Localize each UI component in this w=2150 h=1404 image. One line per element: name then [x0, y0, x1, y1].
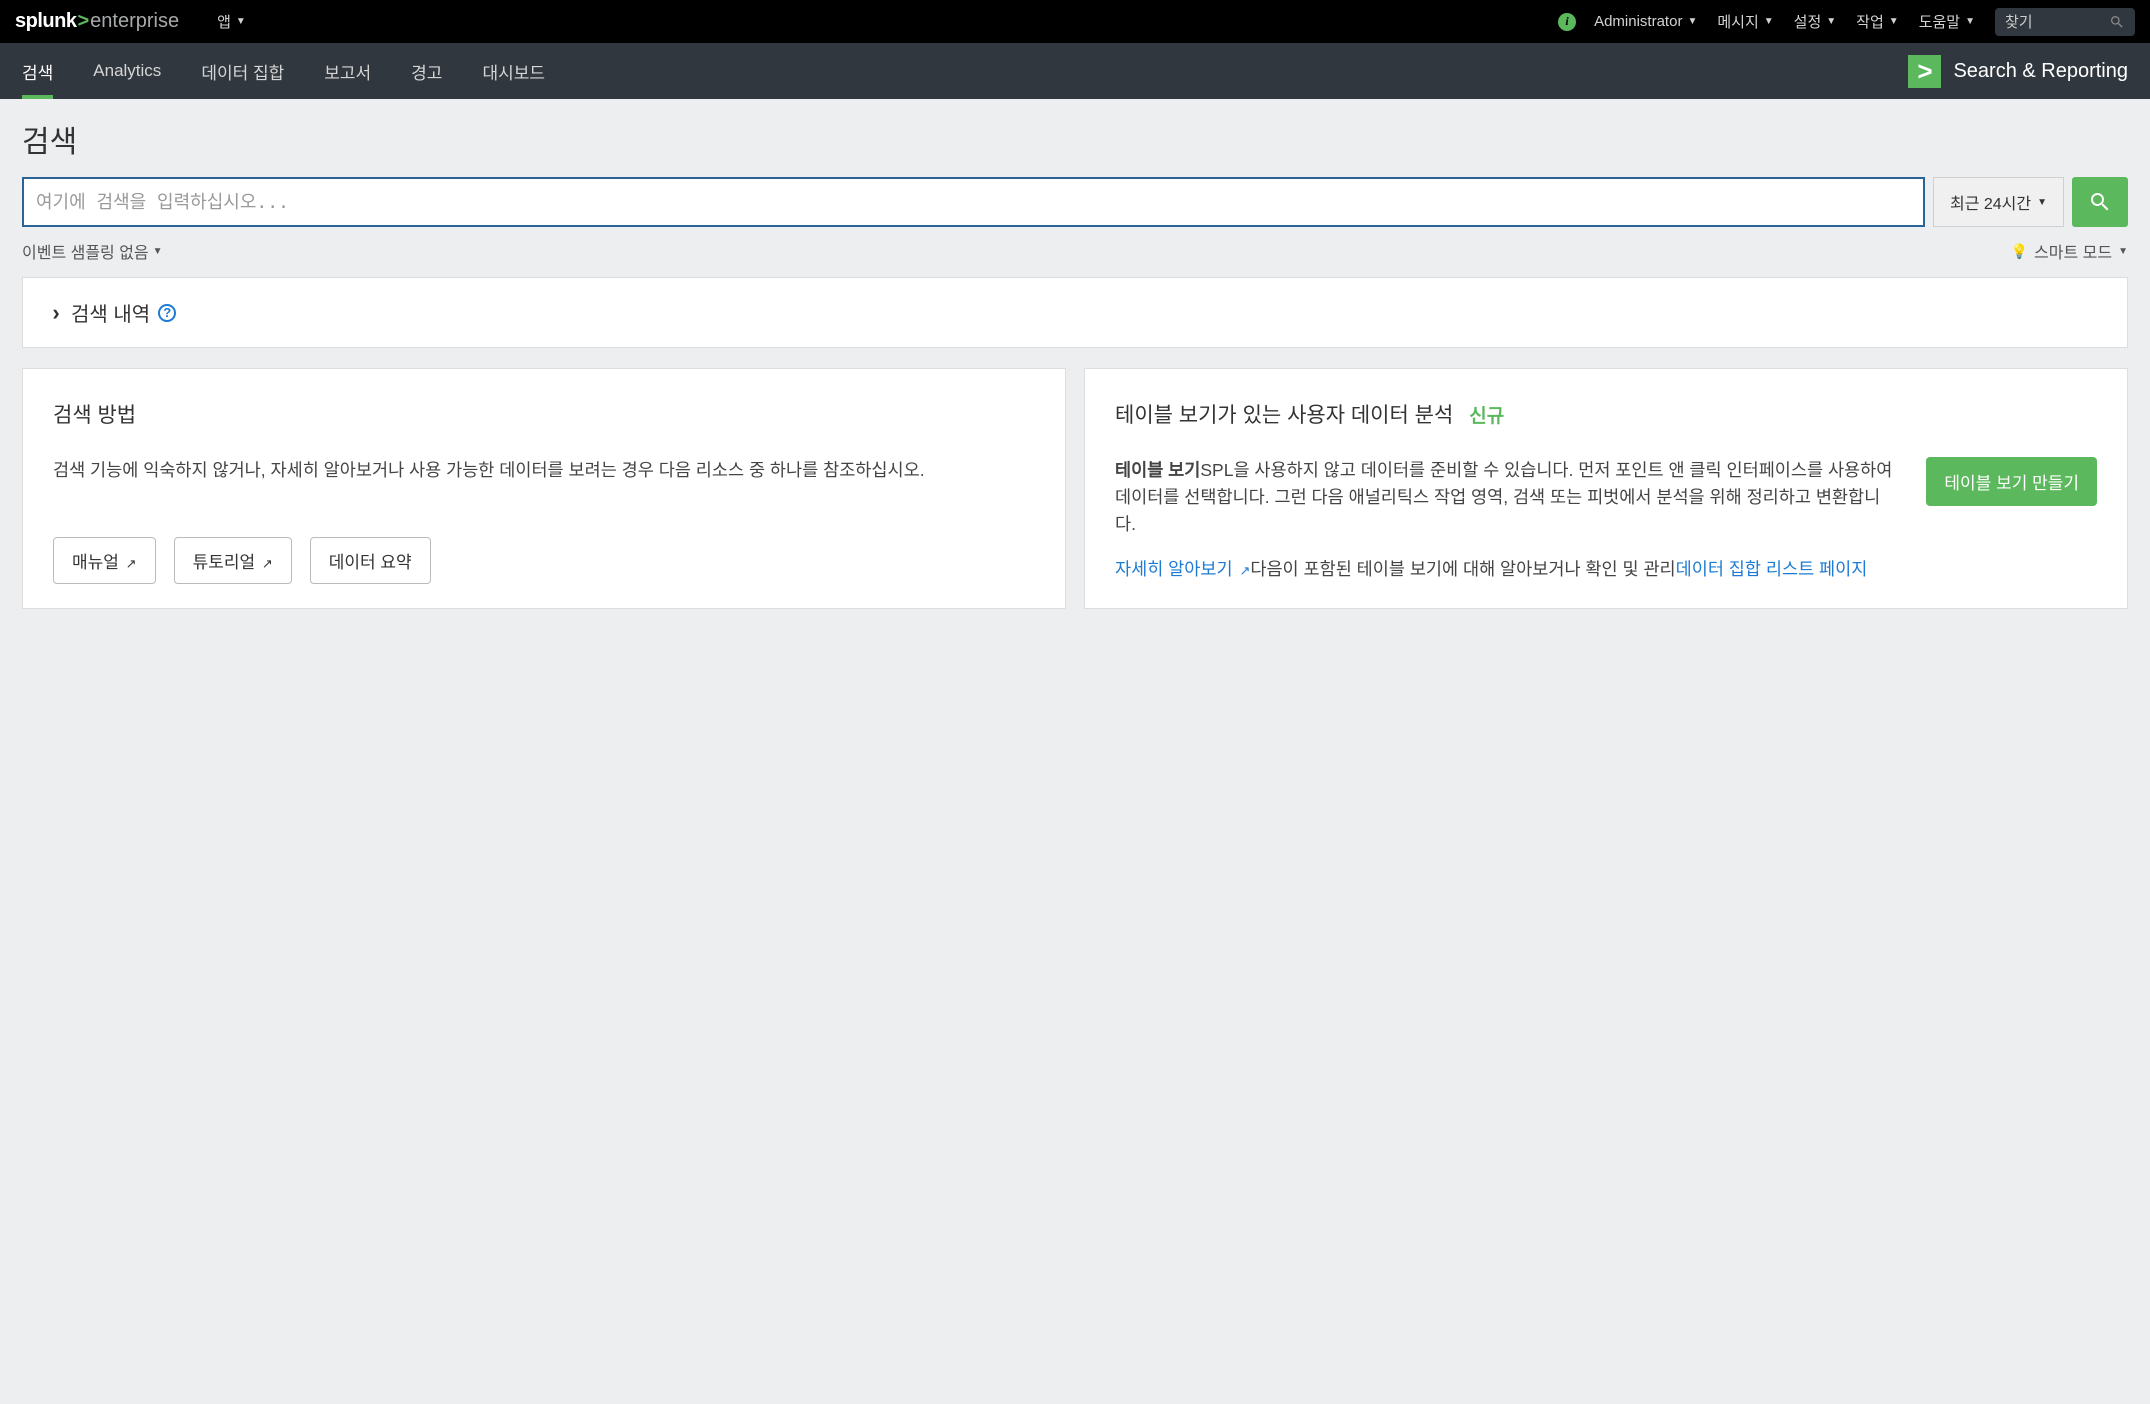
messages-label: 메시지	[1717, 11, 1758, 32]
sub-options-row: 이벤트 샘플링 없음 ▼ 💡 스마트 모드 ▼	[22, 239, 2128, 263]
cards-row: 검색 방법 검색 기능에 익숙하지 않거나, 자세히 알아보거나 사용 가능한 …	[22, 368, 2128, 609]
search-input[interactable]	[36, 192, 1911, 213]
card-body-rest: SPL을 사용하지 않고 데이터를 준비할 수 있습니다. 먼저 포인트 앤 클…	[1115, 460, 1892, 534]
messages-dropdown[interactable]: 메시지 ▼	[1707, 11, 1783, 32]
external-link-icon: ↗	[1239, 563, 1250, 578]
nav-tab-dashboards[interactable]: 대시보드	[482, 43, 545, 99]
app-menu-dropdown[interactable]: 앱 ▼	[207, 11, 256, 32]
external-link-icon: ↗	[126, 556, 137, 571]
caret-down-icon: ▼	[1889, 16, 1899, 27]
logo-splunk-text: splunk	[15, 10, 76, 33]
logo-enterprise-text: enterprise	[90, 10, 179, 33]
search-icon	[2109, 14, 2125, 30]
app-navbar: 검색 Analytics 데이터 집합 보고서 경고 대시보드 > Search…	[0, 43, 2150, 99]
app-title: Search & Reporting	[1953, 60, 2128, 83]
help-dropdown[interactable]: 도움말 ▼	[1909, 11, 1985, 32]
card-title: 검색 방법	[53, 399, 136, 429]
tasks-dropdown[interactable]: 작업 ▼	[1846, 11, 1909, 32]
find-placeholder: 찾기	[2005, 11, 2109, 32]
card-actions: 매뉴얼 ↗ 튜토리얼 ↗ 데이터 요약	[53, 509, 1035, 584]
tasks-label: 작업	[1856, 11, 1884, 32]
time-range-picker[interactable]: 최근 24시간 ▼	[1933, 177, 2064, 227]
page-body: 검색 최근 24시간 ▼ 이벤트 샘플링 없음 ▼ 💡 스마트 모드 ▼ › 검…	[0, 99, 2150, 627]
tutorial-button[interactable]: 튜토리얼 ↗	[174, 537, 292, 584]
administrator-label: Administrator	[1594, 13, 1682, 30]
smart-mode-dropdown[interactable]: 💡 스마트 모드 ▼	[2011, 239, 2128, 263]
help-icon[interactable]: ?	[158, 304, 176, 322]
app-nav: 검색 Analytics 데이터 집합 보고서 경고 대시보드	[22, 43, 545, 99]
time-range-label: 최근 24시간	[1950, 190, 2031, 214]
nav-tab-analytics-label: Analytics	[93, 61, 161, 81]
nav-tab-search[interactable]: 검색	[22, 43, 53, 99]
data-summary-button-label: 데이터 요약	[329, 553, 412, 572]
settings-dropdown[interactable]: 설정 ▼	[1784, 11, 1847, 32]
nav-tab-alerts[interactable]: 경고	[411, 43, 442, 99]
nav-tab-datasets[interactable]: 데이터 집합	[201, 43, 284, 99]
nav-tab-reports-label: 보고서	[324, 59, 371, 84]
app-menu-label: 앱	[217, 11, 231, 32]
chevron-right-icon[interactable]: ›	[49, 300, 63, 326]
search-icon	[2088, 190, 2112, 214]
card-title-row: 테이블 보기가 있는 사용자 데이터 분석 신규	[1115, 399, 2097, 429]
card-body: 테이블 보기SPL을 사용하지 않고 데이터를 준비할 수 있습니다. 먼저 포…	[1115, 457, 1896, 584]
data-summary-button[interactable]: 데이터 요약	[310, 537, 431, 584]
card-body: 검색 기능에 익숙하지 않거나, 자세히 알아보거나 사용 가능한 데이터를 보…	[53, 457, 1035, 484]
caret-down-icon: ▼	[1965, 16, 1975, 27]
create-table-view-button[interactable]: 테이블 보기 만들기	[1926, 457, 2097, 506]
caret-down-icon: ▼	[1764, 16, 1774, 27]
app-header-right: > Search & Reporting	[1908, 55, 2128, 88]
settings-label: 설정	[1794, 11, 1822, 32]
page-title: 검색	[22, 117, 2128, 161]
create-table-view-label: 테이블 보기 만들기	[1944, 474, 2079, 493]
caret-down-icon: ▼	[153, 246, 163, 257]
external-link-icon: ↗	[262, 556, 273, 571]
search-history-panel: › 검색 내역 ?	[22, 277, 2128, 348]
caret-down-icon: ▼	[2037, 197, 2047, 208]
card-title: 테이블 보기가 있는 사용자 데이터 분석	[1115, 399, 1453, 429]
lightbulb-icon: 💡	[2011, 243, 2028, 260]
card-body-bold: 테이블 보기	[1115, 460, 1200, 480]
event-sampling-dropdown[interactable]: 이벤트 샘플링 없음 ▼	[22, 239, 163, 263]
card-table-views: 테이블 보기가 있는 사용자 데이터 분석 신규 테이블 보기SPL을 사용하지…	[1084, 368, 2128, 609]
nav-tab-alerts-label: 경고	[411, 59, 442, 84]
search-row: 최근 24시간 ▼	[22, 177, 2128, 227]
search-button[interactable]	[2072, 177, 2128, 227]
caret-down-icon: ▼	[236, 16, 246, 27]
smart-mode-label: 스마트 모드	[2034, 239, 2112, 263]
learn-more-link[interactable]: 자세히 알아보기 ↗	[1115, 559, 1250, 579]
datasets-listing-link[interactable]: 데이터 집합 리스트 페이지	[1676, 559, 1868, 579]
info-icon[interactable]: i	[1558, 13, 1576, 31]
badge-new: 신규	[1469, 401, 1504, 428]
tutorial-button-label: 튜토리얼	[193, 553, 256, 572]
card-title-row: 검색 방법	[53, 399, 1035, 429]
help-label: 도움말	[1919, 11, 1960, 32]
card-how-to-search: 검색 방법 검색 기능에 익숙하지 않거나, 자세히 알아보거나 사용 가능한 …	[22, 368, 1066, 609]
logo-arrow-icon: >	[77, 10, 89, 33]
nav-tab-analytics[interactable]: Analytics	[93, 43, 161, 99]
search-history-title: 검색 내역	[71, 298, 150, 327]
nav-tab-search-label: 검색	[22, 59, 53, 84]
nav-tab-reports[interactable]: 보고서	[324, 43, 371, 99]
caret-down-icon: ▼	[2118, 246, 2128, 257]
learn-more-label: 자세히 알아보기	[1115, 559, 1233, 579]
manual-button-label: 매뉴얼	[72, 553, 119, 572]
nav-tab-dashboards-label: 대시보드	[482, 59, 545, 84]
search-input-wrap[interactable]	[22, 177, 1925, 227]
administrator-dropdown[interactable]: Administrator ▼	[1584, 13, 1707, 30]
app-icon: >	[1908, 55, 1941, 88]
nav-tab-datasets-label: 데이터 집합	[201, 59, 284, 84]
topbar: splunk > enterprise 앱 ▼ i Administrator …	[0, 0, 2150, 43]
card-right-layout: 테이블 보기SPL을 사용하지 않고 데이터를 준비할 수 있습니다. 먼저 포…	[1115, 457, 2097, 584]
manual-button[interactable]: 매뉴얼 ↗	[53, 537, 156, 584]
datasets-listing-label: 데이터 집합 리스트 페이지	[1676, 559, 1868, 579]
splunk-logo: splunk > enterprise	[15, 10, 179, 33]
find-input[interactable]: 찾기	[1995, 8, 2135, 36]
caret-down-icon: ▼	[1826, 16, 1836, 27]
search-history-header[interactable]: › 검색 내역 ?	[49, 298, 2101, 327]
card-body-tail: 다음이 포함된 테이블 보기에 대해 알아보거나 확인 및 관리	[1250, 559, 1675, 579]
caret-down-icon: ▼	[1687, 16, 1697, 27]
card-button-col: 테이블 보기 만들기	[1926, 457, 2097, 584]
event-sampling-label: 이벤트 샘플링 없음	[22, 239, 149, 263]
